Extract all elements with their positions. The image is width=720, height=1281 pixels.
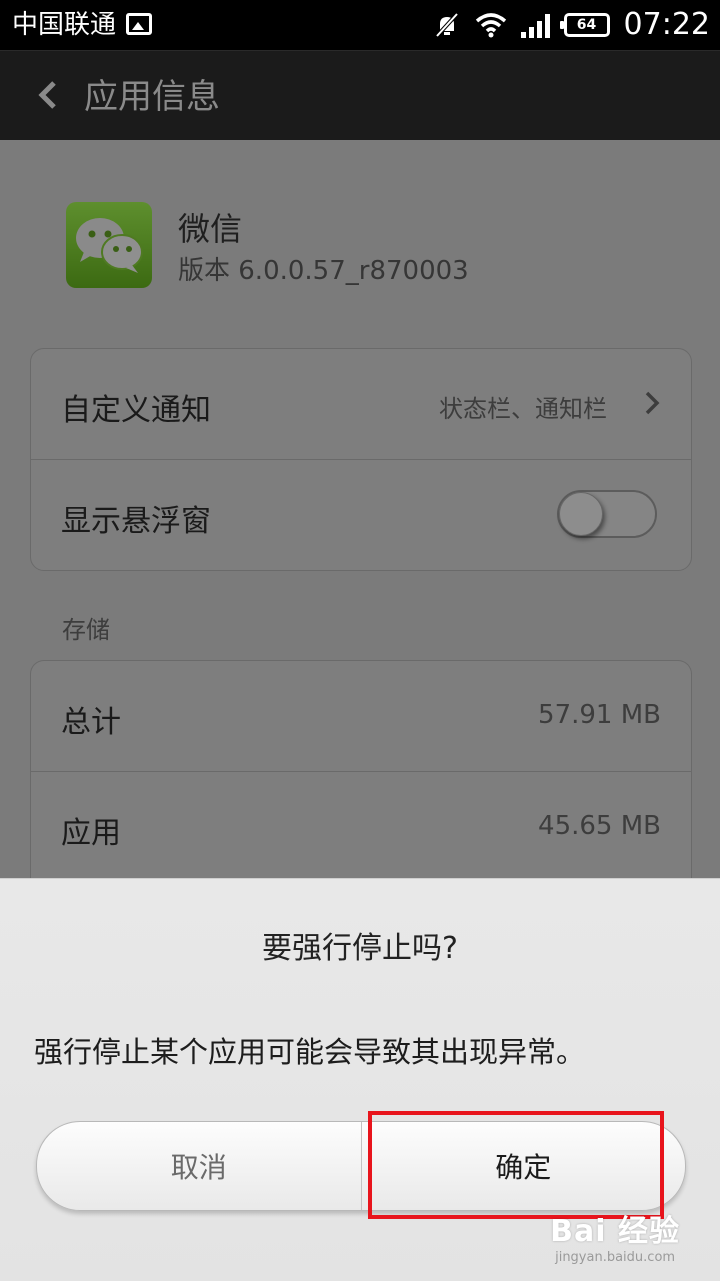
wifi-icon [475,13,506,38]
wechat-bubbles-icon [76,218,143,273]
highlight-annotation-box [368,1111,664,1219]
clock: 07:22 [623,7,710,42]
cancel-button[interactable]: 取消 [37,1122,362,1210]
app-info-content: 微信 版本 6.0.0.57_r870003 自定义通知 状态栏、通知栏 显示悬… [0,140,720,901]
force-stop-dialog: 要强行停止吗? 强行停止某个应用可能会导致其出现异常。 取消 确定 Bai 经验… [0,878,720,1281]
status-indicators: 64 07:22 [433,0,710,50]
battery-icon: 64 [559,13,610,37]
image-notification-icon [126,13,152,35]
chevron-right-icon [645,391,660,415]
storage-total-row: 总计 57.91 MB [31,661,691,772]
floating-window-row: 显示悬浮窗 [31,460,691,570]
custom-notification-value: 状态栏、通知栏 [439,395,607,423]
page-title: 应用信息 [84,77,220,117]
floating-window-label: 显示悬浮窗 [61,504,211,539]
status-bar: 中国联通 64 07:22 [0,0,720,50]
back-arrow-icon[interactable] [34,81,62,109]
app-version: 版本 6.0.0.57_r870003 [178,256,469,286]
dialog-title: 要强行停止吗? [262,931,458,966]
mute-icon [435,12,459,38]
toggle-knob [559,492,603,536]
watermark-brand: Bai 经验 [550,1214,680,1249]
carrier-label: 中国联通 [12,10,117,40]
storage-section-label: 存储 [62,616,110,644]
wechat-app-icon [66,202,152,288]
storage-app-label: 应用 [61,816,121,851]
custom-notification-row[interactable]: 自定义通知 状态栏、通知栏 [31,349,691,460]
storage-app-row: 应用 45.65 MB [31,772,691,882]
storage-total-value: 57.91 MB [538,700,661,730]
app-name: 微信 [178,210,243,248]
custom-notification-label: 自定义通知 [61,393,211,428]
app-bar: 应用信息 [0,50,720,140]
battery-level: 64 [576,17,597,33]
settings-card: 自定义通知 状态栏、通知栏 显示悬浮窗 [30,348,692,571]
watermark-url: jingyan.baidu.com [555,1250,676,1265]
floating-window-toggle[interactable] [557,490,657,538]
storage-app-value: 45.65 MB [538,811,661,841]
baidu-jingyan-watermark: Bai 经验 jingyan.baidu.com [550,1206,680,1265]
storage-card: 总计 57.91 MB 应用 45.65 MB [30,660,692,901]
signal-icon [520,12,550,38]
dialog-message: 强行停止某个应用可能会导致其出现异常。 [34,1035,586,1069]
storage-total-label: 总计 [61,705,121,740]
